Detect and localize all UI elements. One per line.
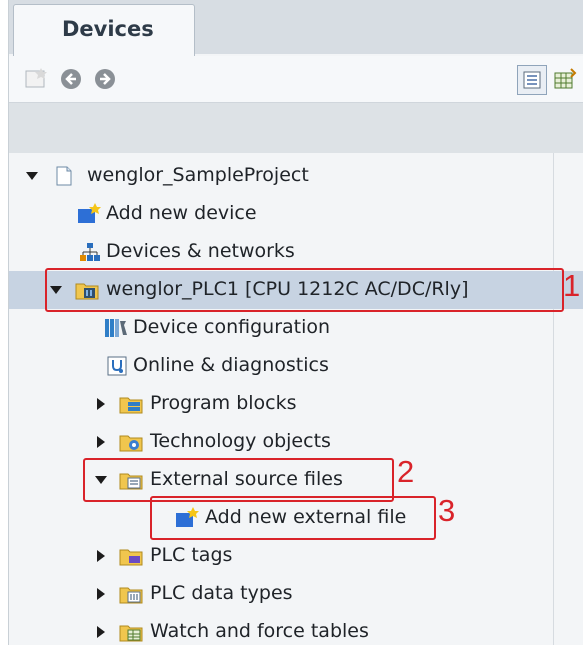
tree-item-watch-force-label: Watch and force tables: [150, 620, 369, 642]
expand-arrow-icon[interactable]: [26, 172, 38, 180]
new-item-icon[interactable]: [23, 66, 49, 90]
table-view-icon[interactable]: [551, 65, 579, 93]
expand-arrow-icon[interactable]: [97, 436, 105, 448]
tree-item-plc-data-types[interactable]: PLC data types: [9, 575, 583, 613]
list-view-icon[interactable]: [517, 65, 547, 95]
add-device-icon: [77, 203, 101, 225]
annotation-number-2: 2: [397, 454, 415, 489]
tree-item-plc-tags[interactable]: PLC tags: [9, 537, 583, 575]
tree-item-add-device-label: Add new device: [106, 202, 257, 224]
plc-tags-icon: [119, 545, 143, 567]
tree-item-project-label: wenglor_SampleProject: [87, 164, 309, 186]
tab-devices[interactable]: Devices: [13, 4, 195, 57]
tree-item-program-blocks[interactable]: Program blocks: [9, 385, 583, 423]
tree-item-tech-objects-label: Technology objects: [150, 430, 331, 452]
expand-arrow-icon[interactable]: [97, 626, 105, 638]
tab-bar: Devices: [9, 0, 583, 57]
tree-item-plc-data-types-label: PLC data types: [150, 582, 293, 604]
network-icon: [79, 241, 101, 263]
header-strip: [9, 103, 583, 153]
annotation-number-1: 1: [563, 268, 581, 303]
expand-arrow-icon[interactable]: [97, 588, 105, 600]
forward-icon[interactable]: [93, 67, 117, 91]
tree-item-online-diag-label: Online & diagnostics: [133, 354, 329, 376]
technology-objects-icon: [119, 431, 143, 453]
tree-item-tech-objects[interactable]: Technology objects: [9, 423, 583, 461]
tree-item-devices-networks-label: Devices & networks: [106, 240, 295, 262]
project-tree: wenglor_SampleProject Add new device Dev…: [9, 153, 583, 645]
tree-item-device-config[interactable]: Device configuration: [9, 309, 583, 347]
tree-item-devices-networks[interactable]: Devices & networks: [9, 233, 583, 271]
tree-item-device-config-label: Device configuration: [133, 316, 331, 338]
expand-arrow-icon[interactable]: [97, 398, 105, 410]
tab-devices-label: Devices: [62, 17, 154, 41]
watch-force-tables-icon: [119, 621, 143, 643]
annotation-box-1: [45, 268, 564, 312]
program-blocks-icon: [119, 393, 143, 415]
back-icon[interactable]: [59, 67, 83, 91]
annotation-number-3: 3: [438, 493, 456, 528]
plc-data-types-icon: [119, 583, 143, 605]
tree-item-add-device[interactable]: Add new device: [9, 195, 583, 233]
expand-arrow-icon[interactable]: [97, 550, 105, 562]
toolbar: [9, 56, 583, 103]
project-tree-panel: Devices wenglor_SampleProject Add new de…: [8, 0, 583, 645]
project-icon: [53, 165, 75, 187]
tree-item-online-diag[interactable]: Online & diagnostics: [9, 347, 583, 385]
diagnostics-icon: [106, 355, 128, 377]
tree-item-program-blocks-label: Program blocks: [150, 392, 297, 414]
tree-item-watch-force[interactable]: Watch and force tables: [9, 613, 583, 651]
tree-item-plc-tags-label: PLC tags: [150, 544, 233, 566]
annotation-box-3: [150, 496, 436, 540]
tree-item-project[interactable]: wenglor_SampleProject: [9, 157, 583, 195]
device-config-icon: [104, 317, 127, 339]
